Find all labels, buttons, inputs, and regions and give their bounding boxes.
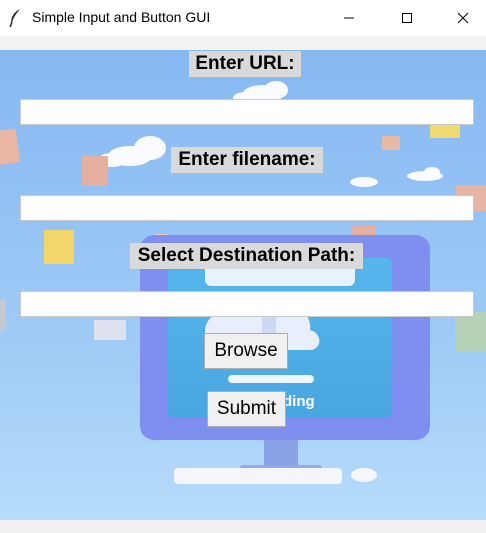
submit-button[interactable]: Submit	[207, 391, 286, 427]
browse-button[interactable]: Browse	[204, 333, 288, 369]
maximize-button[interactable]	[384, 0, 430, 36]
maximize-icon	[402, 13, 412, 23]
destination-path-input[interactable]	[20, 291, 474, 317]
feather-icon	[9, 9, 20, 28]
minimize-button[interactable]	[326, 0, 372, 36]
filename-label: Enter filename:	[171, 147, 323, 173]
title-bar: Simple Input and Button GUI	[0, 0, 486, 36]
close-button[interactable]	[440, 0, 486, 36]
window-bottom-border	[0, 520, 486, 533]
filename-input[interactable]	[20, 195, 474, 221]
destination-path-label: Select Destination Path:	[130, 243, 363, 269]
minimize-icon	[344, 17, 354, 19]
url-input[interactable]	[20, 99, 474, 125]
window-title: Simple Input and Button GUI	[32, 9, 211, 25]
close-icon	[457, 12, 469, 24]
window-client-area: ding Enter URL: Enter filename: Select D…	[0, 36, 486, 520]
url-label: Enter URL:	[189, 51, 301, 77]
illustration-text: ding	[283, 393, 315, 410]
